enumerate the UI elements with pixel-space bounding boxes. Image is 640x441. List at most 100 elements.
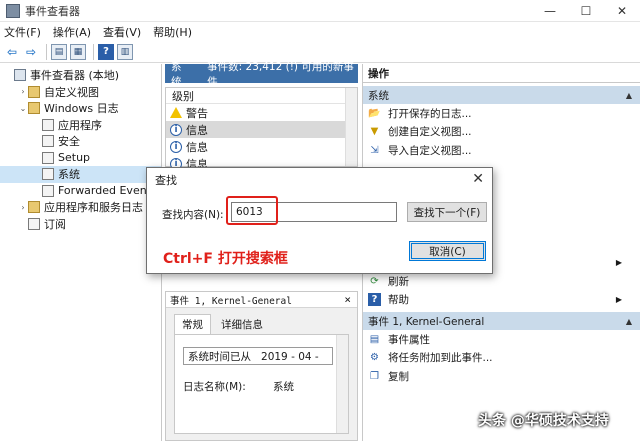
warning-icon <box>170 107 182 118</box>
action-label: 将任务附加到此事件... <box>388 352 493 365</box>
actions-section-system[interactable]: 系统 ▲ <box>363 86 640 104</box>
collapse-icon[interactable]: ▲ <box>626 91 632 100</box>
toolbar-separator <box>93 43 94 60</box>
action-label: 刷新 <box>388 275 409 288</box>
maximize-button[interactable]: ☐ <box>568 0 604 22</box>
tree-item-label: Forwarded Events <box>58 184 157 198</box>
detail-body: 系统时间已从 2019 - 04 - 日志名称(M): 系统 <box>174 334 349 434</box>
log-icon <box>42 184 54 197</box>
tree-item[interactable]: Forwarded Events <box>0 183 161 200</box>
info-icon: i <box>170 140 182 153</box>
log-icon <box>42 135 54 148</box>
event-row[interactable]: i 信息 <box>166 121 357 138</box>
log-name-row: 日志名称(M): 系统 <box>183 379 294 394</box>
tree-item-label: 应用程序和服务日志 <box>44 201 143 215</box>
events-pane-header: 系统 事件数: 23,412 (!) 可用的新事件 <box>165 61 358 88</box>
expander-icon[interactable]: ⌄ <box>18 104 28 113</box>
tree-item[interactable]: 应用程序 <box>0 117 161 134</box>
tree-item[interactable]: ⌄ Windows 日志 <box>0 100 161 117</box>
log-icon <box>28 217 40 230</box>
collapse-icon[interactable]: ▲ <box>626 317 632 326</box>
menu-view[interactable]: 查看(V) <box>103 24 141 40</box>
action-item[interactable]: ⟳ 刷新 <box>363 272 640 291</box>
action-item[interactable]: ▤ 事件属性 <box>363 330 640 349</box>
minimize-button[interactable]: — <box>532 0 568 22</box>
log-name: 系统 <box>171 60 182 88</box>
navigation-tree: 事件查看器 (本地) › 自定义视图 ⌄ Windows 日志 应用程序 安全 Setup 系统… <box>0 64 162 441</box>
event-detail-panel: 事件 1, Kernel-General × 常规 详细信息 系统时间已从 20… <box>165 291 358 441</box>
detail-scrollbar[interactable] <box>336 335 348 433</box>
open-icon: 📂 <box>368 107 381 119</box>
expander-icon[interactable]: › <box>18 87 28 96</box>
action-item[interactable]: ⇲ 导入自定义视图... <box>363 141 640 160</box>
action-item[interactable]: ▼ 创建自定义视图... <box>363 123 640 142</box>
watermark: 头条 @华硕技术支持 <box>478 413 609 429</box>
info-icon: i <box>170 123 182 136</box>
action-item[interactable]: ⚙ 将任务附加到此事件... <box>363 349 640 368</box>
tab-details[interactable]: 详细信息 <box>213 314 271 334</box>
find-label: 查找内容(N): <box>162 209 224 221</box>
menu-bar: 文件(F) 操作(A) 查看(V) 帮助(H) <box>0 22 640 41</box>
tree-item[interactable]: › 应用程序和服务日志 <box>0 199 161 216</box>
forward-icon[interactable]: ⇨ <box>23 44 39 60</box>
refresh-icon: ⟳ <box>370 275 379 287</box>
event-description: 系统时间已从 2019 - 04 - <box>183 347 333 365</box>
tree-item[interactable]: Setup <box>0 150 161 167</box>
action-item[interactable]: 📂 打开保存的日志... <box>363 104 640 123</box>
tree-item[interactable]: › 自定义视图 <box>0 84 161 101</box>
tree-item-label: 事件查看器 (本地) <box>30 69 120 83</box>
find-dialog: 查找 ✕ 查找内容(N): 6013 查找下一个(F) 取消(C) Ctrl+F… <box>146 167 493 274</box>
tree-item-label: 系统 <box>58 168 80 182</box>
event-level: 信息 <box>186 140 208 154</box>
log-icon <box>42 168 54 181</box>
back-icon[interactable]: ⇦ <box>4 44 20 60</box>
log-icon <box>42 151 54 164</box>
detail-tabs: 常规 详细信息 <box>174 314 357 334</box>
folder-icon <box>28 102 40 115</box>
event-list-scrollbar[interactable] <box>345 88 357 166</box>
tree-item[interactable]: 订阅 <box>0 216 161 233</box>
tree-item[interactable]: 系统 <box>0 166 161 183</box>
menu-file[interactable]: 文件(F) <box>4 24 41 40</box>
tree-item[interactable]: 事件查看器 (本地) <box>0 67 161 84</box>
event-list: 级别 警告 i 信息 i 信息 i 信息 <box>165 87 358 171</box>
event-row[interactable]: 警告 <box>166 104 357 121</box>
action-item[interactable]: ? 帮助 ▶ <box>363 291 640 310</box>
event-row[interactable]: i 信息 <box>166 138 357 155</box>
submenu-arrow-icon: ▶ <box>615 258 622 268</box>
import-icon: ⇲ <box>370 144 379 156</box>
log-name-key: 日志名称(M): <box>183 381 246 393</box>
menu-help[interactable]: 帮助(H) <box>153 24 192 40</box>
help-icon: ? <box>368 293 381 307</box>
tree-item-label: 自定义视图 <box>44 85 99 99</box>
cancel-button[interactable]: 取消(C) <box>409 241 486 261</box>
properties-icon[interactable]: ▦ <box>70 43 86 60</box>
find-next-button[interactable]: 查找下一个(F) <box>407 202 487 222</box>
menu-action[interactable]: 操作(A) <box>53 24 91 40</box>
tree-item-label: 安全 <box>58 135 80 149</box>
event-viewer-icon <box>6 3 20 18</box>
action-label: 打开保存的日志... <box>388 107 472 120</box>
expander-icon[interactable]: › <box>18 203 28 212</box>
copy-icon: ❐ <box>370 370 379 382</box>
title-bar: 事件查看器 — ☐ ✕ <box>0 0 640 22</box>
show-tree-icon[interactable]: ▤ <box>51 43 67 60</box>
tree-item-label: Windows 日志 <box>44 102 119 116</box>
highlight-box <box>226 196 278 225</box>
column-header-level[interactable]: 级别 <box>166 88 357 104</box>
close-icon[interactable]: × <box>344 293 351 306</box>
window-controls: — ☐ ✕ <box>532 0 640 22</box>
properties-icon: ▤ <box>369 333 380 345</box>
action-item[interactable]: ❐ 复制 <box>363 367 640 386</box>
dialog-close-icon[interactable]: ✕ <box>472 171 484 187</box>
close-button[interactable]: ✕ <box>604 0 640 22</box>
tree-item-label: 订阅 <box>44 217 66 231</box>
action-pane-icon[interactable]: ▥ <box>117 43 133 60</box>
event-detail-title-text: 事件 1, Kernel-General <box>170 295 292 307</box>
actions-section-event[interactable]: 事件 1, Kernel-General ▲ <box>363 312 640 330</box>
find-dialog-title-bar: 查找 ✕ <box>147 168 492 191</box>
tab-general[interactable]: 常规 <box>174 314 211 334</box>
tree-item[interactable]: 安全 <box>0 133 161 150</box>
tree-item-label: Setup <box>58 151 91 165</box>
help-icon[interactable]: ? <box>98 43 114 60</box>
